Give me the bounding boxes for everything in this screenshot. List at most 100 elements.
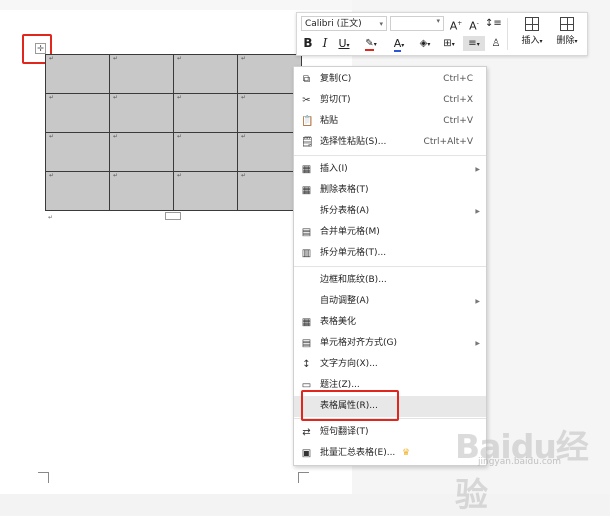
cell-end-mark: ↵ (177, 94, 183, 101)
cell-end-mark: ↵ (177, 55, 183, 62)
menu-item-label: 合并单元格(M) (320, 227, 380, 237)
table-delete-icon (560, 17, 574, 31)
menu-item-label: 边框和底纹(B)... (320, 275, 387, 285)
highlight-color-icon[interactable]: ✎▾ (361, 36, 381, 51)
menu-item-shortcut: Ctrl+C (443, 74, 473, 84)
table-cell[interactable]: ↵ (173, 171, 238, 211)
menu-item-beautify[interactable]: ▦ 表格美化 (294, 312, 486, 333)
shrink-font-icon[interactable]: A- (467, 16, 481, 33)
cell-end-mark: ↵ (49, 55, 55, 62)
table-insert-icon (525, 17, 539, 31)
clipboard-icon: 📋 (301, 116, 314, 127)
table-cell[interactable]: ↵ (237, 132, 302, 172)
table-cell[interactable]: ↵ (173, 54, 238, 94)
table-delete-icon: ▦ (301, 185, 312, 196)
table-cell[interactable]: ↵ (109, 54, 174, 94)
table-beautify-icon: ▦ (301, 317, 312, 328)
document-table[interactable]: ↵ ↵ ↵ ↵ ↵ ↵ ↵ ↵ ↵ ↵ ↵ ↵ ↵ ↵ ↵ ↵ (45, 54, 302, 211)
table-cell[interactable]: ↵ (109, 132, 174, 172)
merge-cells-icon: ▤ (301, 227, 312, 238)
table-cell[interactable]: ↵ (237, 54, 302, 94)
borders-icon[interactable]: ⊞▾ (439, 36, 459, 51)
table-cell[interactable]: ↵ (109, 171, 174, 211)
submenu-arrow-icon: ▶ (475, 340, 480, 347)
menu-item-split-cells[interactable]: ▥ 拆分单元格(T)... (294, 243, 486, 264)
text-direction-icon: ↕ (302, 359, 311, 370)
table-cell[interactable]: ↵ (109, 93, 174, 133)
grow-font-icon[interactable]: A+ (449, 16, 463, 33)
chevron-down-icon: ▾ (379, 20, 383, 28)
table-cell[interactable]: ↵ (173, 93, 238, 133)
cell-end-mark: ↵ (177, 172, 183, 179)
menu-item-label: 拆分表格(A) (320, 206, 370, 216)
font-color-icon[interactable]: A▾ (389, 36, 409, 52)
underline-icon[interactable]: U▾ (335, 36, 353, 51)
menu-item-shortcut: Ctrl+V (443, 116, 473, 126)
page-margin-corner-right (298, 472, 309, 483)
menu-item-shortcut: Ctrl+X (443, 95, 473, 105)
delete-button[interactable]: 删除▾ (549, 16, 585, 52)
table-row: ↵ ↵ ↵ ↵ (45, 132, 302, 172)
cell-align-icon: ▤ (301, 338, 312, 349)
menu-item-delete-table[interactable]: ▦ 删除表格(T) (294, 180, 486, 201)
highlight-table-properties (301, 390, 399, 421)
split-cells-icon: ▥ (301, 248, 312, 259)
watermark-logo: Baidu经验 (455, 427, 589, 514)
table-cell[interactable]: ↵ (45, 54, 110, 94)
table-resize-handle[interactable] (165, 212, 181, 220)
cell-end-mark: ↵ (49, 94, 55, 101)
menu-item-label: 粘贴 (320, 116, 339, 126)
font-name-select[interactable]: Calibri (正文) ▾ (301, 16, 387, 31)
submenu-arrow-icon: ▶ (475, 208, 480, 215)
menu-item-borders[interactable]: 边框和底纹(B)... (294, 270, 486, 291)
menu-item-copy[interactable]: ⧉ 复制(C) Ctrl+C (294, 69, 486, 90)
menu-item-shortcut: Ctrl+Alt+V (423, 137, 473, 147)
menu-item-paste-special[interactable]: 🗒 选择性粘贴(S)... Ctrl+Alt+V (294, 132, 486, 153)
line-spacing-icon[interactable]: ↕≡ (485, 16, 502, 31)
table-cell[interactable]: ↵ (237, 93, 302, 133)
format-painter-icon[interactable]: ♙ (490, 36, 502, 51)
table-cell[interactable]: ↵ (45, 132, 110, 172)
menu-item-cut[interactable]: ✂ 剪切(T) Ctrl+X (294, 90, 486, 111)
cell-end-mark: ↵ (49, 172, 55, 179)
paste-special-icon: 🗒 (301, 137, 314, 148)
crown-icon: ♛ (402, 448, 411, 458)
menu-item-label: 插入(I) (320, 164, 348, 174)
table-row: ↵ ↵ ↵ ↵ (45, 93, 302, 133)
shading-icon[interactable]: ◈▾ (415, 36, 435, 51)
table-row: ↵ ↵ ↵ ↵ (45, 54, 302, 94)
insert-label: 插入 (521, 36, 540, 46)
menu-item-autofit[interactable]: 自动调整(A) ▶ (294, 291, 486, 312)
table-cell[interactable]: ↵ (237, 171, 302, 211)
menu-item-paste[interactable]: 📋 粘贴 Ctrl+V (294, 111, 486, 132)
cell-end-mark: ↵ (113, 172, 119, 179)
cell-end-mark: ↵ (241, 55, 247, 62)
scissors-icon: ✂ (302, 95, 311, 106)
font-size-select[interactable]: ▾ (390, 16, 444, 31)
menu-item-merge-cells[interactable]: ▤ 合并单元格(M) (294, 222, 486, 243)
table-row: ↵ ↵ ↵ ↵ (45, 171, 302, 211)
table-insert-icon: ▦ (301, 164, 312, 175)
menu-item-label: 复制(C) (320, 74, 352, 84)
align-icon[interactable]: ≡▾ (463, 36, 485, 51)
table-cell[interactable]: ↵ (45, 93, 110, 133)
menu-item-label: 删除表格(T) (320, 185, 369, 195)
menu-item-insert[interactable]: ▦ 插入(I) ▶ (294, 159, 486, 180)
submenu-arrow-icon: ▶ (475, 166, 480, 173)
menu-item-cell-align[interactable]: ▤ 单元格对齐方式(G) ▶ (294, 333, 486, 354)
cell-end-mark: ↵ (49, 133, 55, 140)
batch-summary-icon: ▣ (301, 448, 312, 459)
cell-end-mark: ↵ (241, 133, 247, 140)
menu-item-label: 剪切(T) (320, 95, 351, 105)
submenu-arrow-icon: ▶ (475, 298, 480, 305)
insert-button[interactable]: 插入▾ (514, 16, 550, 52)
menu-item-text-direction[interactable]: ↕ 文字方向(X)... (294, 354, 486, 375)
watermark-url: jingyan.baidu.com (478, 457, 562, 467)
bold-icon[interactable]: B (302, 36, 314, 51)
table-cell[interactable]: ↵ (173, 132, 238, 172)
cell-end-mark: ↵ (113, 55, 119, 62)
table-cell[interactable]: ↵ (45, 171, 110, 211)
italic-icon[interactable]: I (319, 36, 331, 51)
menu-item-label: 文字方向(X)... (320, 359, 378, 369)
menu-item-split-table[interactable]: 拆分表格(A) ▶ (294, 201, 486, 222)
